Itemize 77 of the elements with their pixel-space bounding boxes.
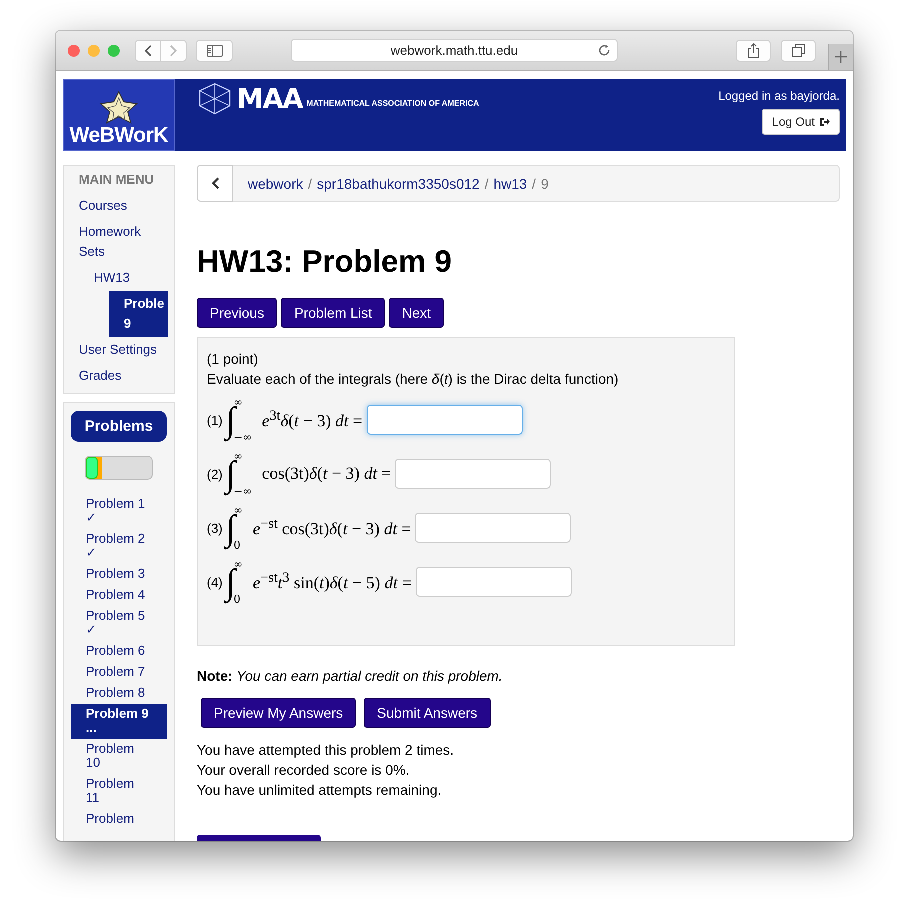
answer-field[interactable]: [366, 405, 523, 435]
part-number: (4): [207, 574, 223, 590]
sign-out-icon: [819, 117, 830, 127]
breadcrumb-link[interactable]: webwork: [248, 176, 304, 192]
chevron-left-icon: [144, 44, 152, 56]
sidebar-button[interactable]: [196, 40, 233, 62]
answer-field[interactable]: [415, 513, 572, 543]
problem-link[interactable]: Problem 8: [71, 683, 148, 704]
points-text: (1 point): [207, 350, 260, 369]
share-button[interactable]: [736, 40, 771, 62]
status-line: Your overall recorded score is 0%.: [197, 761, 411, 780]
menu-item[interactable]: Proble 9: [109, 291, 168, 337]
status-line: You have unlimited attempts remaining.: [197, 781, 443, 800]
part-number: (1): [207, 412, 223, 428]
breadcrumb-link[interactable]: spr18bathukorm3350s012: [317, 176, 480, 192]
menu-item[interactable]: User Settings: [79, 337, 167, 363]
chevron-right-icon: [170, 44, 178, 56]
reload-icon[interactable]: [598, 44, 611, 57]
breadcrumb-current: 9: [541, 176, 549, 192]
back-button[interactable]: [135, 40, 161, 62]
site-logo[interactable]: WeBWorK: [63, 79, 175, 151]
answer-field[interactable]: [416, 567, 572, 597]
back-button[interactable]: [197, 165, 233, 202]
integrand-formula: e$^{−st}$ cos(3t)δ(t − 3) dt =: [252, 516, 412, 540]
menu-item[interactable]: HW13: [94, 265, 174, 291]
menu-item[interactable]: Courses: [79, 193, 167, 219]
tabs-icon: [792, 44, 805, 57]
problems-heading[interactable]: Problems: [71, 411, 167, 442]
answer-field[interactable]: [395, 459, 552, 489]
page-title: HW13: Problem 9: [197, 244, 453, 280]
web-star-icon: [99, 90, 139, 124]
problem-link[interactable]: Problem 1 ✓: [71, 494, 148, 529]
login-status: Logged in as bayjorda.: [718, 89, 840, 103]
problem-link[interactable]: Problem 10: [71, 739, 148, 774]
problem-link[interactable]: Problem 5 ✓: [71, 606, 148, 641]
part-number: (2): [207, 466, 223, 482]
zoom-icon[interactable]: [108, 44, 120, 56]
problem-link[interactable]: Problem 11: [71, 774, 148, 809]
breadcrumb-link[interactable]: hw13: [494, 176, 528, 192]
polyhedron-icon: [197, 83, 233, 115]
new-tab-button[interactable]: [828, 44, 853, 70]
problem-link[interactable]: Problem: [71, 809, 148, 830]
breadcrumb-separator: /: [308, 176, 312, 192]
address-field[interactable]: webwork.math.ttu.edu: [291, 39, 618, 62]
nav-button[interactable]: Problem List: [281, 298, 386, 328]
credit-note: Note: You can earn partial credit on this problem.: [197, 668, 504, 684]
menu-heading: MAIN MENU: [79, 172, 156, 189]
org-name: MATHEMATICAL ASSOCIATION OF AMERICA: [306, 98, 480, 108]
org-short-name: MAA: [237, 84, 303, 114]
menu-item[interactable]: Homework Sets: [79, 219, 167, 265]
breadcrumb-separator: /: [484, 176, 489, 192]
menu-item[interactable]: Grades: [79, 363, 167, 389]
share-icon: [748, 43, 760, 58]
problem-link[interactable]: Problem 2 ✓: [71, 529, 148, 564]
integrand-formula: cos(3t)δ(t − 3) dt =: [262, 464, 392, 484]
sidebar-icon: [206, 44, 222, 56]
plus-icon: [835, 51, 847, 63]
minimize-icon[interactable]: [88, 44, 100, 56]
status-line: You have attempted this problem 2 times.: [197, 741, 456, 760]
close-icon[interactable]: [68, 44, 80, 56]
problem-link[interactable]: Problem 9 ...: [71, 704, 167, 739]
logout-button[interactable]: Log Out: [762, 109, 840, 135]
problem-link[interactable]: Problem 4: [71, 585, 148, 606]
submit-button[interactable]: Submit Answers: [364, 698, 491, 728]
problem-instructions: Evaluate each of the integrals (here δ(t) is the Dirac delta function): [207, 370, 620, 389]
submit-button[interactable]: Preview My Answers: [201, 698, 356, 728]
problem-link[interactable]: Problem 6: [71, 641, 148, 662]
integrand-formula: e$^{3t}$δ(t − 3) dt =: [262, 408, 363, 432]
problem-link[interactable]: Problem 3: [71, 564, 148, 585]
integrand-formula: e$^{−st}$t$^{3}$ sin(t)δ(t − 5) dt =: [252, 570, 412, 594]
part-number: (3): [207, 520, 223, 536]
tabs-button[interactable]: [781, 40, 816, 62]
chevron-left-icon: [210, 177, 220, 190]
nav-button[interactable]: Previous: [197, 298, 278, 328]
breadcrumb-separator: /: [532, 176, 536, 192]
nav-button[interactable]: Next: [389, 298, 444, 328]
problem-link[interactable]: Problem 7: [71, 662, 148, 683]
